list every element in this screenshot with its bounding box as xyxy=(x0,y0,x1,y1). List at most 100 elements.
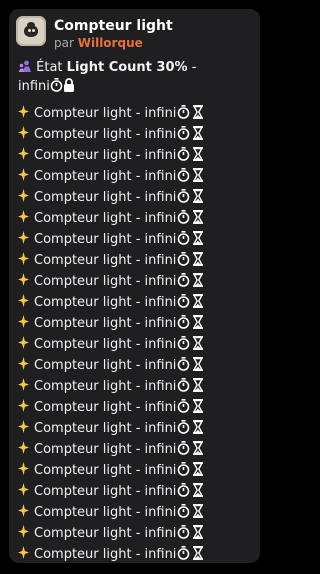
timer-icon xyxy=(177,482,190,501)
hourglass-icon xyxy=(193,230,204,249)
effect-row[interactable]: Compteur light - infini xyxy=(18,355,254,376)
timer-icon xyxy=(50,78,63,97)
timer-icon xyxy=(177,146,190,165)
sparkle-icon xyxy=(18,168,29,185)
hourglass-icon xyxy=(193,167,204,186)
spell-tooltip-card: Compteur light par Willorque État Light … xyxy=(9,9,260,563)
hourglass-icon xyxy=(193,335,204,354)
effect-row[interactable]: Compteur light - infini xyxy=(18,439,254,460)
effect-label: Compteur light - infini xyxy=(34,337,177,352)
effect-row[interactable]: Compteur light - infini xyxy=(18,418,254,439)
effect-label: Compteur light - infini xyxy=(34,400,177,415)
effect-label: Compteur light - infini xyxy=(34,274,177,289)
effect-row[interactable]: Compteur light - infini xyxy=(18,208,254,229)
effect-row[interactable]: Compteur light - infini xyxy=(18,481,254,502)
effect-label: Compteur light - infini xyxy=(34,358,177,373)
hourglass-icon xyxy=(193,272,204,291)
sparkle-icon xyxy=(18,231,29,248)
effect-label: Compteur light - infini xyxy=(34,169,177,184)
effect-row[interactable]: Compteur light - infini xyxy=(18,229,254,250)
effect-row[interactable]: Compteur light - infini xyxy=(18,103,254,124)
timer-icon xyxy=(177,335,190,354)
hourglass-icon xyxy=(193,251,204,270)
timer-icon xyxy=(177,314,190,333)
effects-list: Compteur light - infini Compteur light -… xyxy=(18,103,254,563)
timer-icon xyxy=(177,125,190,144)
effect-row[interactable]: Compteur light - infini xyxy=(18,544,254,563)
timer-icon xyxy=(177,356,190,375)
state-line-2: infini xyxy=(18,78,254,97)
hourglass-icon xyxy=(193,461,204,480)
hourglass-icon xyxy=(193,440,204,459)
sparkle-icon xyxy=(18,336,29,353)
lock-icon xyxy=(63,78,75,97)
timer-icon xyxy=(177,167,190,186)
sparkle-icon xyxy=(18,294,29,311)
timer-icon xyxy=(177,524,190,543)
effect-row[interactable]: Compteur light - infini xyxy=(18,271,254,292)
timer-icon xyxy=(177,398,190,417)
effect-label: Compteur light - infini xyxy=(34,484,177,499)
spell-icon xyxy=(16,16,46,46)
hourglass-icon xyxy=(193,356,204,375)
effect-row[interactable]: Compteur light - infini xyxy=(18,523,254,544)
effect-label: Compteur light - infini xyxy=(34,211,177,226)
effect-label: Compteur light - infini xyxy=(34,127,177,142)
hourglass-icon xyxy=(193,104,204,123)
effect-row[interactable]: Compteur light - infini xyxy=(18,502,254,523)
effect-label: Compteur light - infini xyxy=(34,295,177,310)
hourglass-icon xyxy=(193,503,204,522)
sparkle-icon xyxy=(18,504,29,521)
effect-row[interactable]: Compteur light - infini xyxy=(18,334,254,355)
hourglass-icon xyxy=(193,419,204,438)
timer-icon xyxy=(177,545,190,564)
effect-row[interactable]: Compteur light - infini xyxy=(18,376,254,397)
state-line-1: État Light Count 30% - xyxy=(18,59,254,78)
timer-icon xyxy=(177,377,190,396)
effect-row[interactable]: Compteur light - infini xyxy=(18,460,254,481)
sparkle-icon xyxy=(18,105,29,122)
timer-icon xyxy=(177,104,190,123)
sparkle-icon xyxy=(18,126,29,143)
state-duration: infini xyxy=(18,79,50,94)
effect-row[interactable]: Compteur light - infini xyxy=(18,145,254,166)
state-effect: État Light Count 30% - infini xyxy=(18,59,254,97)
spell-author-line: par Willorque xyxy=(54,37,173,49)
effect-row[interactable]: Compteur light - infini xyxy=(18,250,254,271)
effect-label: Compteur light - infini xyxy=(34,253,177,268)
effect-row[interactable]: Compteur light - infini xyxy=(18,397,254,418)
header-titles: Compteur light par Willorque xyxy=(54,16,173,49)
author-name[interactable]: Willorque xyxy=(78,36,143,50)
sparkle-icon xyxy=(18,525,29,542)
hourglass-icon xyxy=(193,545,204,564)
sparkle-icon xyxy=(18,483,29,500)
timer-icon xyxy=(177,251,190,270)
people-icon xyxy=(18,60,32,78)
effect-row[interactable]: Compteur light - infini xyxy=(18,124,254,145)
hourglass-icon xyxy=(193,125,204,144)
sparkle-icon xyxy=(18,147,29,164)
effect-label: Compteur light - infini xyxy=(34,526,177,541)
hourglass-icon xyxy=(193,188,204,207)
effect-row[interactable]: Compteur light - infini xyxy=(18,166,254,187)
effect-label: Compteur light - infini xyxy=(34,442,177,457)
effect-row[interactable]: Compteur light - infini xyxy=(18,187,254,208)
timer-icon xyxy=(177,230,190,249)
sparkle-icon xyxy=(18,378,29,395)
spell-title: Compteur light xyxy=(54,18,173,34)
effect-label: Compteur light - infini xyxy=(34,148,177,163)
state-prefix: État xyxy=(36,60,63,75)
timer-icon xyxy=(177,293,190,312)
by-label: par xyxy=(54,36,74,50)
timer-icon xyxy=(177,188,190,207)
timer-icon xyxy=(177,272,190,291)
sparkle-icon xyxy=(18,441,29,458)
hourglass-icon xyxy=(193,482,204,501)
effect-row[interactable]: Compteur light - infini xyxy=(18,313,254,334)
effect-label: Compteur light - infini xyxy=(34,232,177,247)
timer-icon xyxy=(177,440,190,459)
effect-label: Compteur light - infini xyxy=(34,316,177,331)
state-name[interactable]: Light Count 30% xyxy=(67,60,188,75)
hourglass-icon xyxy=(193,209,204,228)
effect-row[interactable]: Compteur light - infini xyxy=(18,292,254,313)
